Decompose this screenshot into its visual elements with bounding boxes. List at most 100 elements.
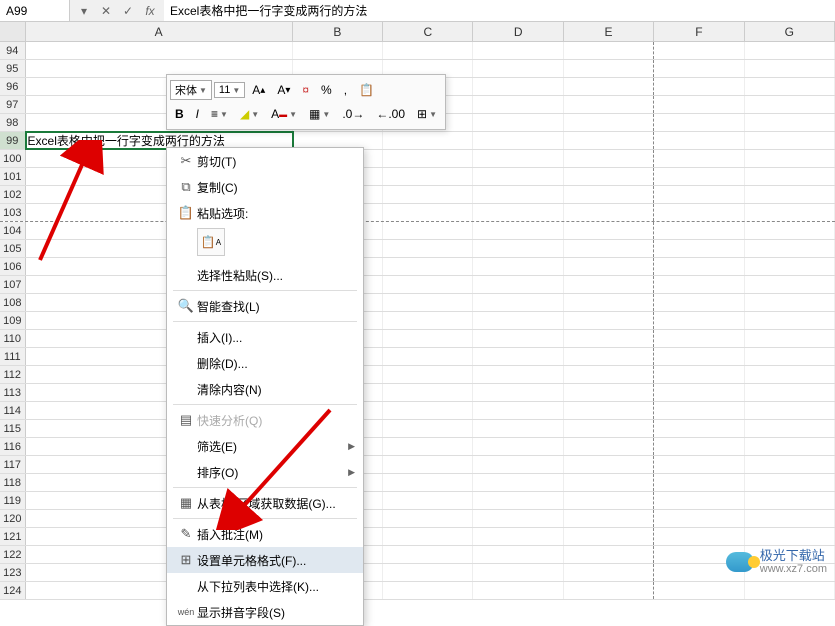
paste-option-button[interactable]: 📋A (197, 228, 225, 256)
merge-button[interactable]: ⊞▼ (412, 104, 442, 124)
menu-show-phonetic[interactable]: wén显示拼音字段(S) (167, 599, 363, 625)
row-header[interactable]: 111 (0, 348, 26, 365)
row-header[interactable]: 119 (0, 492, 26, 509)
row-header[interactable]: 110 (0, 330, 26, 347)
cell[interactable] (473, 96, 563, 113)
column-header[interactable]: F (654, 22, 744, 41)
cell[interactable] (564, 474, 654, 491)
row-header[interactable]: 115 (0, 420, 26, 437)
cell[interactable] (654, 366, 744, 383)
row-header[interactable]: 98 (0, 114, 26, 131)
row-header[interactable]: 106 (0, 258, 26, 275)
cell[interactable] (654, 420, 744, 437)
fill-color-button[interactable]: ◢▼ (235, 104, 264, 124)
menu-sort[interactable]: 排序(O)▶ (167, 459, 363, 485)
cell[interactable] (654, 276, 744, 293)
cell[interactable] (473, 492, 563, 509)
cell[interactable] (383, 528, 473, 545)
cell[interactable] (564, 366, 654, 383)
select-all-corner[interactable] (0, 22, 26, 41)
border-button[interactable]: ▦▼ (304, 104, 335, 124)
cell[interactable] (745, 96, 835, 113)
row-header[interactable]: 107 (0, 276, 26, 293)
cell[interactable] (564, 186, 654, 203)
cell[interactable] (473, 150, 563, 167)
cell[interactable] (473, 582, 563, 599)
cell[interactable] (654, 528, 744, 545)
cell[interactable] (654, 402, 744, 419)
cell[interactable] (745, 312, 835, 329)
cell[interactable] (745, 348, 835, 365)
menu-pick-from-list[interactable]: 从下拉列表中选择(K)... (167, 573, 363, 599)
cell[interactable] (383, 222, 473, 239)
cell[interactable] (383, 294, 473, 311)
cell[interactable] (473, 240, 563, 257)
increase-font-button[interactable]: A▴ (247, 80, 270, 100)
menu-insert-comment[interactable]: ✎插入批注(M) (167, 521, 363, 547)
cell[interactable] (383, 474, 473, 491)
cell[interactable] (654, 132, 744, 149)
increase-decimal-button[interactable]: ←.00 (371, 104, 410, 124)
format-painter-button[interactable]: 📋 (354, 80, 379, 100)
cell[interactable] (564, 348, 654, 365)
cell[interactable] (654, 204, 744, 221)
cell[interactable] (564, 222, 654, 239)
cell[interactable] (473, 114, 563, 131)
cell[interactable] (564, 240, 654, 257)
cell[interactable] (745, 222, 835, 239)
confirm-icon[interactable]: ✓ (118, 2, 138, 20)
cell[interactable] (473, 510, 563, 527)
cell[interactable] (564, 150, 654, 167)
cell[interactable] (564, 330, 654, 347)
cell[interactable] (745, 438, 835, 455)
column-header[interactable]: D (473, 22, 563, 41)
cell[interactable] (654, 96, 744, 113)
cell[interactable] (745, 276, 835, 293)
cell[interactable] (745, 204, 835, 221)
cell[interactable] (564, 42, 654, 59)
cell[interactable] (383, 258, 473, 275)
cell[interactable] (745, 42, 835, 59)
row-header[interactable]: 116 (0, 438, 26, 455)
cell[interactable] (745, 510, 835, 527)
cell[interactable] (654, 258, 744, 275)
cell[interactable] (745, 240, 835, 257)
cell[interactable] (745, 150, 835, 167)
decrease-decimal-button[interactable]: .0→ (337, 104, 369, 124)
cell[interactable] (383, 420, 473, 437)
row-header[interactable]: 113 (0, 384, 26, 401)
cell[interactable] (473, 168, 563, 185)
cell[interactable] (473, 348, 563, 365)
cell[interactable] (745, 186, 835, 203)
cell[interactable] (654, 222, 744, 239)
cell[interactable] (654, 456, 744, 473)
row-header[interactable]: 99 (0, 132, 26, 149)
cell[interactable] (383, 276, 473, 293)
cell[interactable] (564, 96, 654, 113)
cell[interactable] (564, 438, 654, 455)
row-header[interactable]: 114 (0, 402, 26, 419)
dropdown-icon[interactable]: ▾ (74, 2, 94, 20)
cell[interactable] (654, 330, 744, 347)
cell[interactable] (473, 276, 563, 293)
menu-copy[interactable]: ⧉复制(C) (167, 174, 363, 200)
cell[interactable] (745, 294, 835, 311)
cell[interactable] (745, 168, 835, 185)
cell[interactable] (383, 240, 473, 257)
cell[interactable] (564, 294, 654, 311)
cell[interactable] (654, 60, 744, 77)
cell[interactable] (654, 582, 744, 599)
cell[interactable] (473, 258, 563, 275)
cell[interactable] (473, 438, 563, 455)
cell[interactable] (383, 564, 473, 581)
cell[interactable] (564, 384, 654, 401)
cell[interactable] (745, 402, 835, 419)
cell[interactable] (383, 510, 473, 527)
font-color-button[interactable]: A▬▼ (266, 104, 302, 124)
cell[interactable] (564, 276, 654, 293)
cell[interactable] (383, 546, 473, 563)
align-button[interactable]: ≡▼ (206, 104, 233, 124)
cell[interactable] (745, 420, 835, 437)
cell[interactable] (564, 528, 654, 545)
font-family-select[interactable]: 宋体▼ (170, 80, 212, 100)
